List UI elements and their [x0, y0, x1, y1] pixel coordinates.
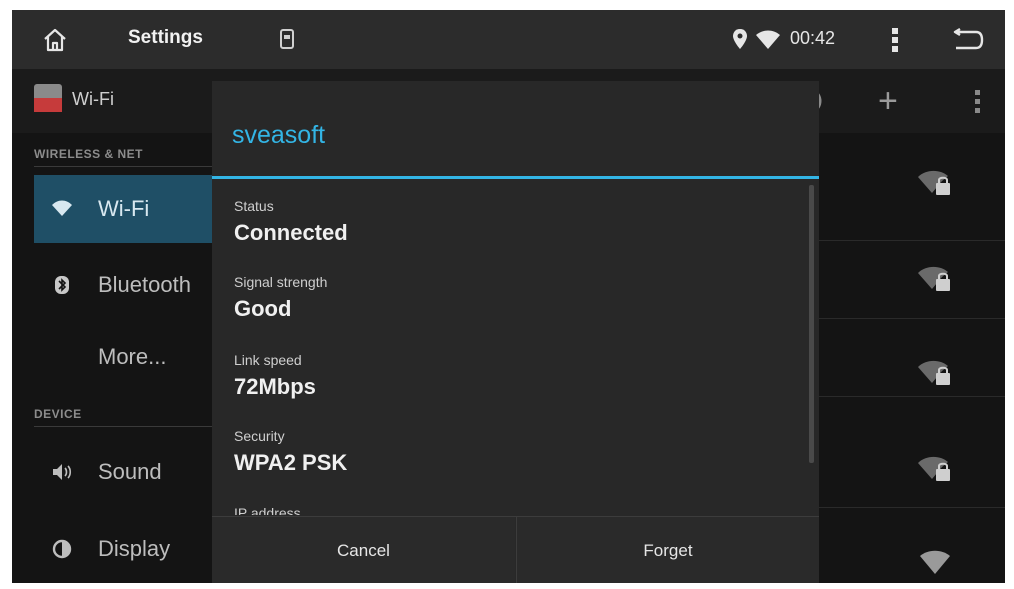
divider — [818, 318, 1005, 319]
location-icon — [733, 29, 747, 49]
field-label: Link speed — [234, 352, 302, 368]
screen: Settings 00:42 Wi-Fi + WIRELESS & NET Wi… — [12, 10, 1005, 583]
wifi-locked-icon — [918, 170, 950, 195]
field-label: Status — [234, 198, 274, 214]
field-link-speed: Link speed 72Mbps — [234, 352, 316, 400]
action-bar-title: Wi-Fi — [72, 89, 114, 109]
field-label: IP address — [234, 505, 301, 515]
status-bar: Settings 00:42 — [12, 10, 1005, 69]
field-value: Good — [234, 296, 292, 321]
wifi-icon — [920, 550, 950, 574]
divider — [818, 240, 1005, 241]
overflow-menu-icon[interactable] — [890, 26, 900, 54]
field-label: Security — [234, 428, 285, 444]
clock: 00:42 — [790, 28, 836, 48]
sidebar-item-bluetooth[interactable]: Bluetooth — [34, 251, 212, 319]
divider — [34, 426, 212, 427]
sidebar-item-label: Wi-Fi — [98, 196, 150, 221]
divider — [34, 166, 212, 167]
brightness-icon — [52, 539, 72, 559]
sidebar-item-sound[interactable]: Sound — [34, 438, 212, 506]
field-status: Status Connected — [234, 198, 348, 246]
settings-logo-icon — [34, 84, 62, 112]
divider — [818, 396, 1005, 397]
field-label: Signal strength — [234, 274, 328, 290]
sidebar-item-display[interactable]: Display — [34, 515, 212, 583]
sidebar-item-label: Bluetooth — [98, 272, 191, 297]
title-divider — [212, 176, 819, 179]
field-value: Connected — [234, 220, 348, 245]
bluetooth-icon — [55, 276, 69, 294]
field-value: 72Mbps — [234, 374, 316, 399]
sd-card-icon — [280, 29, 294, 49]
sidebar-item-label: Display — [98, 536, 171, 561]
field-value: WPA2 PSK — [234, 450, 348, 475]
home-icon[interactable] — [42, 27, 68, 53]
divider — [818, 507, 1005, 508]
sidebar-item-more[interactable]: More... — [34, 323, 212, 391]
section-header-device: DEVICE — [34, 407, 82, 421]
network-details-dialog: sveasoft Status Connected Signal strengt… — [212, 81, 819, 583]
field-signal-strength: Signal strength Good — [234, 274, 327, 322]
wifi-locked-icon — [918, 266, 950, 291]
wifi-icon — [52, 200, 72, 216]
cancel-button[interactable]: Cancel — [212, 517, 515, 583]
field-ip-address: IP address — [234, 505, 301, 515]
dialog-button-bar: Cancel Forget — [212, 516, 819, 583]
back-icon[interactable] — [952, 28, 984, 52]
field-security: Security WPA2 PSK — [234, 428, 347, 476]
scrollbar[interactable] — [809, 185, 814, 463]
wifi-locked-icon — [918, 360, 950, 385]
app-title: Settings — [128, 27, 203, 48]
section-header-wireless: WIRELESS & NET — [34, 147, 144, 161]
wifi-locked-icon — [918, 456, 950, 481]
dialog-title: sveasoft — [232, 121, 326, 149]
sidebar-item-label: Sound — [98, 459, 162, 484]
wifi-icon — [756, 30, 780, 49]
overflow-menu-icon[interactable] — [974, 87, 982, 115]
forget-button[interactable]: Forget — [516, 517, 819, 583]
add-icon[interactable]: + — [878, 84, 898, 118]
sidebar-item-wifi[interactable]: Wi-Fi — [34, 175, 212, 243]
sidebar-item-label: More... — [98, 344, 167, 369]
speaker-icon — [53, 464, 72, 480]
